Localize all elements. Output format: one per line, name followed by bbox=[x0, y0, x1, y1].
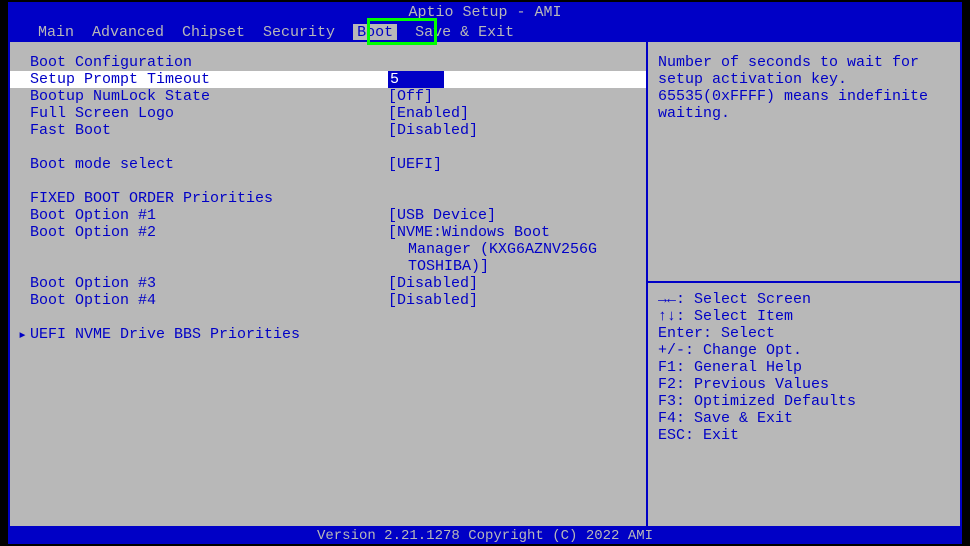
boot-option-3-label: Boot Option #3 bbox=[30, 275, 388, 292]
uefi-nvme-submenu-label: UEFI NVME Drive BBS Priorities bbox=[30, 326, 300, 343]
setup-prompt-timeout-row[interactable]: Setup Prompt Timeout 5 bbox=[10, 71, 646, 88]
full-screen-logo-label: Full Screen Logo bbox=[30, 105, 388, 122]
key-hint-change-opt: +/-: Change Opt. bbox=[658, 342, 950, 359]
boot-option-3-row[interactable]: Boot Option #3 [Disabled] bbox=[30, 275, 638, 292]
spacer bbox=[658, 122, 950, 273]
key-hint-save-exit: F4: Save & Exit bbox=[658, 410, 950, 427]
boot-mode-select-label: Boot mode select bbox=[30, 156, 388, 173]
boot-option-2-row[interactable]: Boot Option #2 [NVME:Windows Boot bbox=[30, 224, 638, 241]
boot-option-2-value-line2: Manager (KXG6AZNV256G bbox=[408, 241, 638, 258]
fast-boot-value[interactable]: [Disabled] bbox=[388, 122, 638, 139]
boot-option-1-value[interactable]: [USB Device] bbox=[388, 207, 638, 224]
boot-config-header: Boot Configuration bbox=[30, 54, 638, 71]
help-line-4: waiting. bbox=[658, 105, 950, 122]
bios-container: Aptio Setup - AMI Main Advanced Chipset … bbox=[8, 2, 962, 544]
key-hint-optimized-defaults: F3: Optimized Defaults bbox=[658, 393, 950, 410]
divider bbox=[648, 281, 960, 283]
menu-security[interactable]: Security bbox=[263, 24, 335, 40]
menu-advanced[interactable]: Advanced bbox=[92, 24, 164, 40]
fast-boot-label: Fast Boot bbox=[30, 122, 388, 139]
main-area: Boot Configuration Setup Prompt Timeout … bbox=[10, 42, 960, 526]
help-line-1: Number of seconds to wait for bbox=[658, 54, 950, 71]
boot-option-1-row[interactable]: Boot Option #1 [USB Device] bbox=[30, 207, 638, 224]
key-hint-select-item: ↑↓: Select Item bbox=[658, 308, 950, 325]
help-line-3: 65535(0xFFFF) means indefinite bbox=[658, 88, 950, 105]
title-bar: Aptio Setup - AMI bbox=[8, 2, 962, 22]
boot-mode-select-value[interactable]: [UEFI] bbox=[388, 156, 638, 173]
key-hint-previous-values: F2: Previous Values bbox=[658, 376, 950, 393]
setup-prompt-timeout-value[interactable]: 5 bbox=[388, 71, 444, 88]
menu-boot[interactable]: Boot bbox=[353, 24, 397, 40]
help-line-2: setup activation key. bbox=[658, 71, 950, 88]
key-hints: →←: Select Screen ↑↓: Select Item Enter:… bbox=[658, 291, 950, 444]
key-hint-esc: ESC: Exit bbox=[658, 427, 950, 444]
blank-row bbox=[30, 139, 638, 156]
setup-prompt-timeout-label: Setup Prompt Timeout bbox=[30, 71, 388, 88]
boot-option-1-label: Boot Option #1 bbox=[30, 207, 388, 224]
fixed-boot-header: FIXED BOOT ORDER Priorities bbox=[30, 190, 638, 207]
full-screen-logo-row[interactable]: Full Screen Logo [Enabled] bbox=[30, 105, 638, 122]
boot-option-4-row[interactable]: Boot Option #4 [Disabled] bbox=[30, 292, 638, 309]
bootup-numlock-value[interactable]: [Off] bbox=[388, 88, 638, 105]
bottom-spacer bbox=[658, 444, 950, 514]
bootup-numlock-label: Bootup NumLock State bbox=[30, 88, 388, 105]
menu-chipset[interactable]: Chipset bbox=[182, 24, 245, 40]
full-screen-logo-value[interactable]: [Enabled] bbox=[388, 105, 638, 122]
key-hint-enter: Enter: Select bbox=[658, 325, 950, 342]
boot-option-4-value[interactable]: [Disabled] bbox=[388, 292, 638, 309]
blank-row bbox=[30, 173, 638, 190]
submenu-arrow-icon: ▸ bbox=[18, 325, 30, 344]
boot-option-2-label: Boot Option #2 bbox=[30, 224, 388, 241]
boot-option-2-value-line3: TOSHIBA)] bbox=[408, 258, 638, 275]
menu-bar: Main Advanced Chipset Security Boot Save… bbox=[8, 22, 962, 42]
help-text: Number of seconds to wait for setup acti… bbox=[658, 54, 950, 122]
fast-boot-row[interactable]: Fast Boot [Disabled] bbox=[30, 122, 638, 139]
boot-option-3-value[interactable]: [Disabled] bbox=[388, 275, 638, 292]
uefi-nvme-submenu-row[interactable]: ▸ UEFI NVME Drive BBS Priorities bbox=[18, 326, 638, 343]
key-hint-general-help: F1: General Help bbox=[658, 359, 950, 376]
key-hint-select-screen: →←: Select Screen bbox=[658, 291, 950, 308]
bootup-numlock-row[interactable]: Bootup NumLock State [Off] bbox=[30, 88, 638, 105]
footer: Version 2.21.1278 Copyright (C) 2022 AMI bbox=[8, 526, 962, 544]
settings-panel: Boot Configuration Setup Prompt Timeout … bbox=[10, 42, 648, 526]
help-panel: Number of seconds to wait for setup acti… bbox=[648, 42, 960, 526]
boot-option-4-label: Boot Option #4 bbox=[30, 292, 388, 309]
boot-option-2-value-line1[interactable]: [NVME:Windows Boot bbox=[388, 224, 638, 241]
menu-main[interactable]: Main bbox=[38, 24, 74, 40]
blank-row bbox=[30, 309, 638, 326]
boot-mode-select-row[interactable]: Boot mode select [UEFI] bbox=[30, 156, 638, 173]
menu-save-exit[interactable]: Save & Exit bbox=[415, 24, 514, 40]
